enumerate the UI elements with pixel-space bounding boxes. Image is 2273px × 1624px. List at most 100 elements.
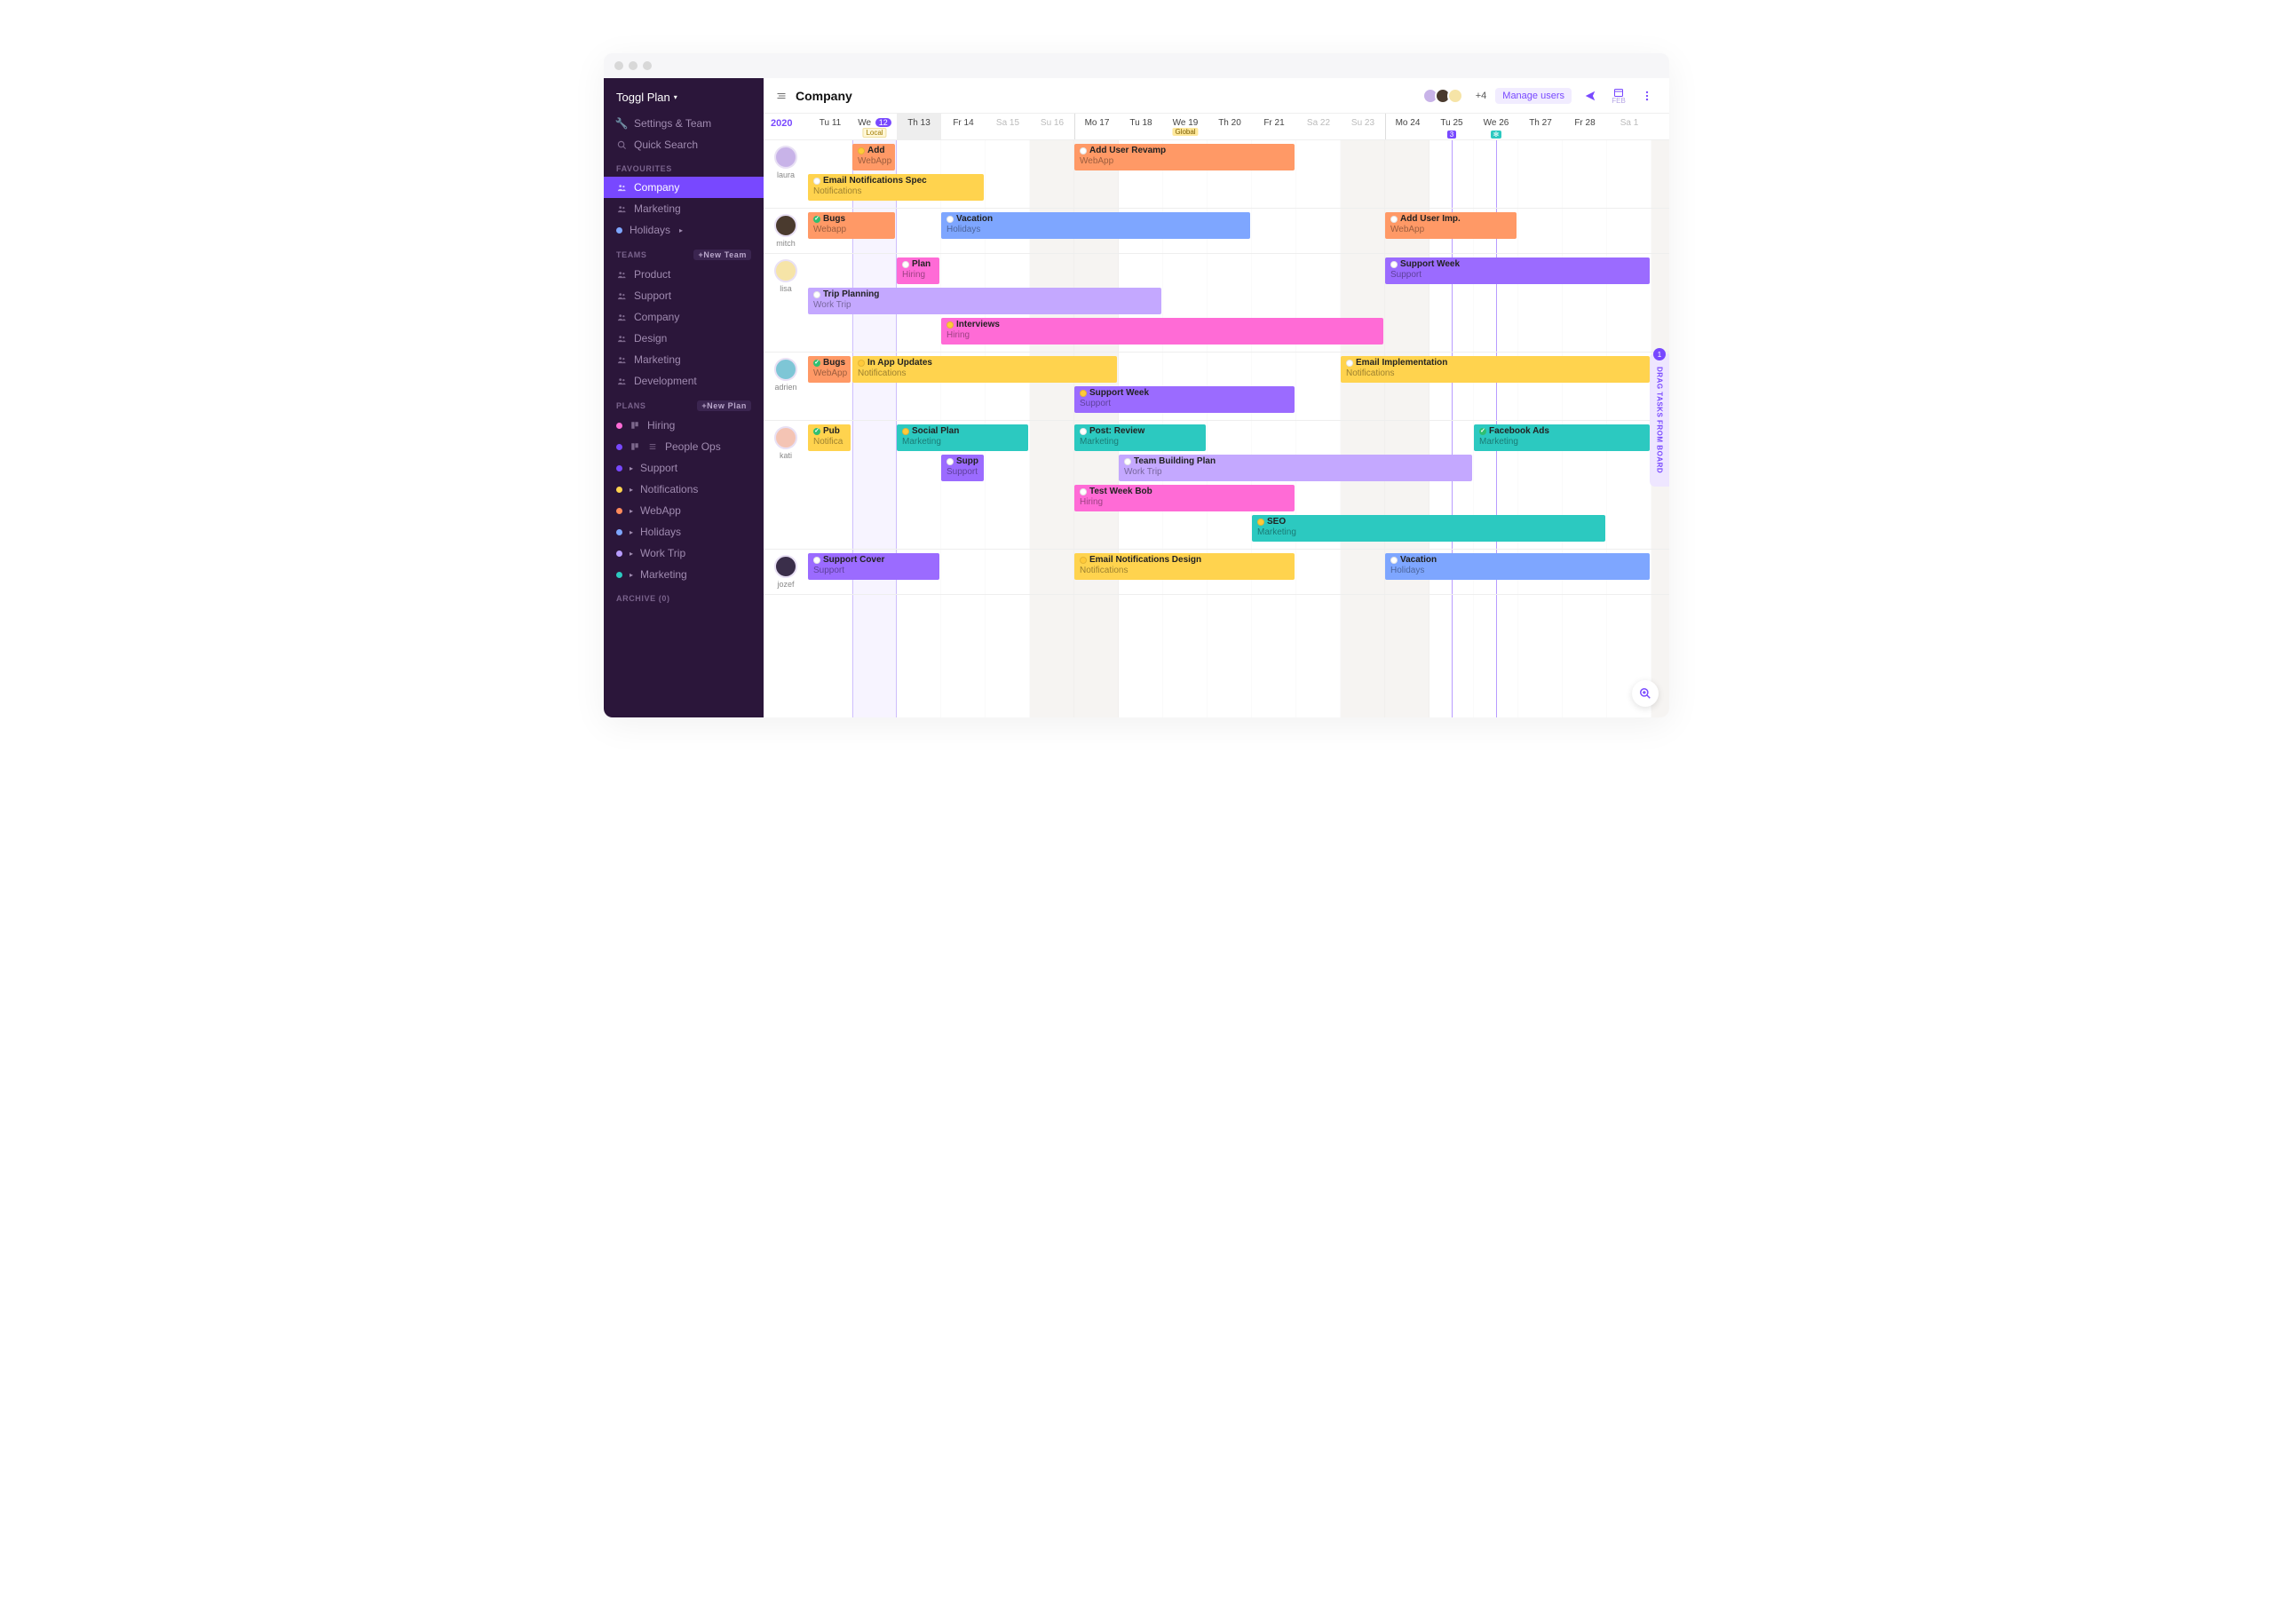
plan-item[interactable]: Hiring [604, 415, 764, 436]
date-column[interactable]: We 12Local [852, 114, 897, 139]
team-item[interactable]: Support [604, 285, 764, 306]
task-bar[interactable]: Team Building PlanWork Trip [1119, 455, 1472, 481]
task-title: Support Week [1089, 388, 1149, 399]
task-bar[interactable]: Add User RevampWebApp [1074, 144, 1295, 170]
task-bar[interactable]: ✓BugsWebapp [808, 212, 895, 239]
plan-item[interactable]: People Ops [604, 436, 764, 457]
avatar[interactable] [774, 426, 797, 449]
team-item[interactable]: Product [604, 264, 764, 285]
task-bar[interactable]: In App UpdatesNotifications [852, 356, 1117, 383]
more-icon[interactable] [1637, 86, 1657, 106]
date-column[interactable]: Fr 28 [1563, 114, 1607, 139]
task-title: Post: Review [1089, 426, 1144, 437]
avatar[interactable] [774, 146, 797, 169]
task-bar[interactable]: Add User Imp.WebApp [1385, 212, 1517, 239]
date-column[interactable]: Tu 253 [1430, 114, 1474, 139]
task-title: Plan [912, 259, 931, 270]
menu-icon[interactable] [776, 91, 787, 101]
favourite-item[interactable]: Holidays▸ [604, 219, 764, 241]
task-bar[interactable]: AddWebApp [852, 144, 895, 170]
avatar[interactable] [774, 358, 797, 381]
date-column[interactable]: Mo 17 [1074, 114, 1119, 139]
plan-item[interactable]: ▸Marketing [604, 564, 764, 585]
team-item[interactable]: Design [604, 328, 764, 349]
date-column[interactable]: Sa 15 [986, 114, 1030, 139]
manage-users-button[interactable]: Manage users [1495, 88, 1572, 104]
avatar[interactable] [774, 214, 797, 237]
date-column[interactable]: Th 20 [1208, 114, 1252, 139]
task-bar[interactable]: InterviewsHiring [941, 318, 1383, 345]
date-column[interactable]: Th 27 [1518, 114, 1563, 139]
share-icon[interactable] [1580, 86, 1600, 106]
task-bar[interactable]: Support WeekSupport [1385, 257, 1650, 284]
favourite-item[interactable]: Company [604, 177, 764, 198]
archive-heading[interactable]: ARCHIVE (0) [604, 585, 764, 606]
settings-link[interactable]: 🔧 Settings & Team [604, 113, 764, 134]
task-sub: Notifications [813, 186, 978, 197]
calendar-icon[interactable]: FEB [1609, 86, 1628, 106]
traffic-light[interactable] [643, 61, 652, 70]
search-link[interactable]: Quick Search [604, 134, 764, 155]
date-column[interactable]: Sa 1 [1607, 114, 1651, 139]
label: Development [634, 375, 697, 387]
traffic-light[interactable] [614, 61, 623, 70]
task-bar[interactable]: ✓PubNotifica [808, 424, 851, 451]
plan-item[interactable]: ▸Work Trip [604, 543, 764, 564]
task-bar[interactable]: Trip PlanningWork Trip [808, 288, 1161, 314]
traffic-light[interactable] [629, 61, 638, 70]
new-plan-button[interactable]: +New Plan [697, 400, 751, 411]
task-bar[interactable]: SuppSupport [941, 455, 984, 481]
date-column[interactable]: Su 23 [1341, 114, 1385, 139]
team-item[interactable]: Marketing [604, 349, 764, 370]
label: Marketing [634, 353, 681, 366]
date-column[interactable]: Su 16 [1030, 114, 1074, 139]
avatar[interactable] [774, 259, 797, 282]
team-item[interactable]: Company [604, 306, 764, 328]
task-bar[interactable]: Support WeekSupport [1074, 386, 1295, 413]
task-title: Social Plan [912, 426, 959, 437]
date-column[interactable]: Th 13 [897, 114, 941, 139]
chevron-right-icon: ▸ [630, 464, 633, 472]
task-bar[interactable]: ✓BugsWebApp [808, 356, 851, 383]
date-column[interactable]: Sa 22 [1296, 114, 1341, 139]
year-button[interactable]: 2020 [771, 118, 792, 129]
task-bar[interactable]: VacationHolidays [941, 212, 1250, 239]
task-bar[interactable]: Social PlanMarketing [897, 424, 1028, 451]
task-bar[interactable]: Post: ReviewMarketing [1074, 424, 1206, 451]
task-bar[interactable]: ✓Facebook AdsMarketing [1474, 424, 1650, 451]
new-team-button[interactable]: +New Team [693, 250, 751, 260]
brand-menu[interactable]: Toggl Plan ▾ [604, 87, 764, 113]
task-title: Email Implementation [1356, 358, 1447, 368]
status-check-icon: ✓ [813, 216, 820, 223]
drag-tasks-panel[interactable]: 1 DRAG TASKS FROM BOARD [1650, 353, 1669, 487]
plan-item[interactable]: ▸WebApp [604, 500, 764, 521]
team-item[interactable]: Development [604, 370, 764, 392]
date-marker: ✻ [1491, 131, 1502, 139]
task-bar[interactable]: Support CoverSupport [808, 553, 939, 580]
date-column[interactable]: Fr 21 [1252, 114, 1296, 139]
task-bar[interactable]: VacationHolidays [1385, 553, 1650, 580]
date-column[interactable]: Mo 24 [1385, 114, 1430, 139]
task-sub: Notifications [1346, 368, 1644, 379]
task-bar[interactable]: Email Notifications DesignNotifications [1074, 553, 1295, 580]
task-bar[interactable]: SEOMarketing [1252, 515, 1605, 542]
timeline[interactable]: lauraAddWebAppAdd User RevampWebAppEmail… [764, 140, 1669, 717]
task-bar[interactable]: Email ImplementationNotifications [1341, 356, 1650, 383]
zoom-button[interactable] [1632, 680, 1659, 707]
date-column[interactable]: Fr 14 [941, 114, 986, 139]
user-avatars[interactable] [1426, 88, 1463, 104]
plan-item[interactable]: ▸Support [604, 457, 764, 479]
task-bar[interactable]: PlanHiring [897, 257, 939, 284]
task-sub: Holidays [1390, 566, 1644, 576]
task-bar[interactable]: Email Notifications SpecNotifications [808, 174, 984, 201]
avatar[interactable] [774, 555, 797, 578]
favourite-item[interactable]: Marketing [604, 198, 764, 219]
plan-item[interactable]: ▸Holidays [604, 521, 764, 543]
plan-item[interactable]: ▸Notifications [604, 479, 764, 500]
date-column[interactable]: Tu 18 [1119, 114, 1163, 139]
task-bar[interactable]: Test Week BobHiring [1074, 485, 1295, 511]
date-column[interactable]: We 26✻ [1474, 114, 1518, 139]
date-column[interactable]: Tu 11 [808, 114, 852, 139]
chevron-right-icon: ▸ [630, 528, 633, 536]
date-column[interactable]: We 19Global [1163, 114, 1208, 139]
